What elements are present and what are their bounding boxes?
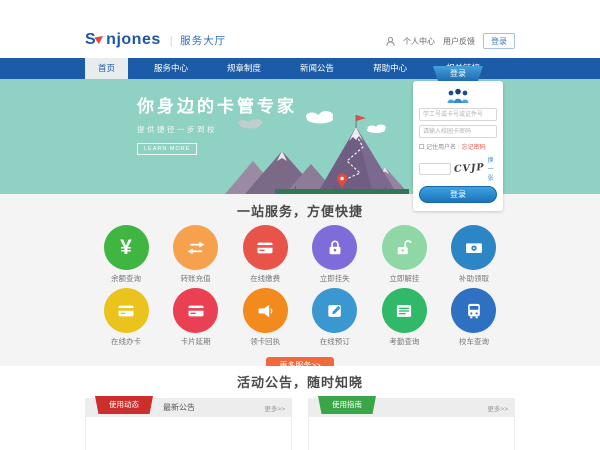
remember-label: 记住用户名 bbox=[426, 142, 456, 151]
login-tab[interactable]: 登录 bbox=[433, 66, 483, 81]
services-grid: ¥ 余额查询 转账充值 在线缴费 立即挂失 bbox=[85, 225, 515, 351]
tab-usage-guide[interactable]: 使用指南 bbox=[318, 396, 376, 414]
service-item-online-payment[interactable]: 在线缴费 bbox=[234, 225, 296, 284]
bus-icon bbox=[451, 288, 496, 333]
services-section: 一站服务，方便快捷 ¥ 余额查询 转账充值 在线缴费 bbox=[0, 194, 600, 366]
header-actions: 个人中心 用户反馈 登录 bbox=[386, 33, 515, 49]
logo-tagline: 服务大厅 bbox=[180, 33, 226, 48]
user-icon bbox=[386, 37, 395, 46]
service-item-apply-card[interactable]: 在线办卡 bbox=[95, 288, 157, 347]
nav-item-home[interactable]: 首页 bbox=[85, 58, 128, 79]
document-lines-icon bbox=[382, 288, 427, 333]
ground bbox=[275, 189, 409, 194]
usage-guide-panel: 使用指南 更多>> bbox=[308, 398, 515, 450]
service-item-cancel-loss[interactable]: 立即解挂 bbox=[373, 225, 435, 284]
service-item-card-receipt[interactable]: 领卡回执 bbox=[234, 288, 296, 347]
captcha-refresh-link[interactable]: 换一张 bbox=[488, 155, 497, 182]
more-link[interactable]: 更多>> bbox=[264, 403, 285, 413]
service-item-balance[interactable]: ¥ 余额查询 bbox=[95, 225, 157, 284]
bank-card-icon bbox=[243, 225, 288, 270]
yuan-icon: ¥ bbox=[104, 225, 149, 270]
tab-usage-dynamics[interactable]: 使用动态 bbox=[95, 396, 153, 414]
announcements-title: 活动公告，随时知晓 bbox=[0, 366, 600, 391]
password-input[interactable] bbox=[419, 125, 497, 138]
flag-pole bbox=[356, 115, 357, 128]
hero-cta-button[interactable]: LEARN MORE bbox=[137, 143, 197, 155]
tab-latest-announcements[interactable]: 最新公告 bbox=[163, 402, 195, 413]
panel-body bbox=[308, 417, 515, 450]
captcha-image: CVJP bbox=[454, 162, 485, 175]
edit-icon bbox=[312, 288, 357, 333]
main-nav: 首页 服务中心 规章制度 新闻公告 帮助中心 相关链接 bbox=[0, 58, 600, 79]
services-title: 一站服务，方便快捷 bbox=[0, 194, 600, 220]
usage-news-panel: 使用动态 最新公告 更多>> bbox=[85, 398, 292, 450]
flag-icon bbox=[357, 115, 367, 121]
bank-card-icon bbox=[104, 288, 149, 333]
more-services-button[interactable]: 更多服务>> bbox=[266, 357, 333, 367]
logo-divider: | bbox=[170, 35, 173, 47]
announcements-section: 活动公告，随时知晓 使用动态 最新公告 更多>> 使用指南 更多>> bbox=[0, 366, 600, 450]
nav-item-news[interactable]: 新闻公告 bbox=[287, 58, 347, 79]
logo-text: njones bbox=[106, 31, 161, 49]
captcha-input[interactable] bbox=[419, 163, 451, 175]
user-feedback-link[interactable]: 用户反馈 bbox=[443, 36, 475, 47]
mountain-illustration bbox=[225, 109, 415, 194]
bank-card-icon bbox=[173, 288, 218, 333]
cloud-icon bbox=[238, 119, 262, 129]
users-icon bbox=[443, 88, 473, 104]
remember-checkbox[interactable] bbox=[419, 144, 424, 149]
service-hall-page: Snjones | 服务大厅 个人中心 用户反馈 登录 首页 服务中心 规章制度… bbox=[0, 0, 600, 450]
login-submit-button[interactable]: 登录 bbox=[419, 186, 497, 203]
nav-item-help-center[interactable]: 帮助中心 bbox=[360, 58, 420, 79]
nav-item-service-center[interactable]: 服务中心 bbox=[141, 58, 201, 79]
service-item-card-extension[interactable]: 卡片延期 bbox=[165, 288, 227, 347]
service-item-online-booking[interactable]: 在线预订 bbox=[304, 288, 366, 347]
panel-body bbox=[85, 417, 292, 450]
service-item-report-loss[interactable]: 立即挂失 bbox=[304, 225, 366, 284]
service-item-transfer[interactable]: 转账充值 bbox=[165, 225, 227, 284]
cloud-icon bbox=[306, 111, 333, 124]
header-login-button[interactable]: 登录 bbox=[483, 33, 515, 49]
divider: | bbox=[458, 144, 460, 150]
logo[interactable]: Snjones | 服务大厅 bbox=[85, 31, 226, 49]
unlock-icon bbox=[382, 225, 427, 270]
service-item-attendance[interactable]: 考勤查询 bbox=[373, 288, 435, 347]
hero-banner: 你身边的卡管专家 提供捷径一步到校 LEARN MORE bbox=[0, 79, 600, 194]
logo-text: S bbox=[85, 31, 96, 49]
service-item-subsidy[interactable]: 补助领取 bbox=[443, 225, 505, 284]
nav-item-rules[interactable]: 规章制度 bbox=[214, 58, 274, 79]
personal-center-link[interactable]: 个人中心 bbox=[403, 36, 435, 47]
megaphone-icon bbox=[243, 288, 288, 333]
transfer-arrows-icon bbox=[173, 225, 218, 270]
username-input[interactable] bbox=[419, 108, 497, 121]
forgot-password-link[interactable]: 忘记密码 bbox=[462, 142, 486, 151]
login-panel: 登录 记住用户名 | 忘记密码 bbox=[413, 66, 503, 211]
header: Snjones | 服务大厅 个人中心 用户反馈 登录 bbox=[0, 0, 600, 58]
cloud-icon bbox=[367, 125, 386, 134]
lock-icon bbox=[312, 225, 357, 270]
service-item-school-bus[interactable]: 校车查询 bbox=[443, 288, 505, 347]
more-link[interactable]: 更多>> bbox=[487, 403, 508, 413]
banknote-icon bbox=[451, 225, 496, 270]
